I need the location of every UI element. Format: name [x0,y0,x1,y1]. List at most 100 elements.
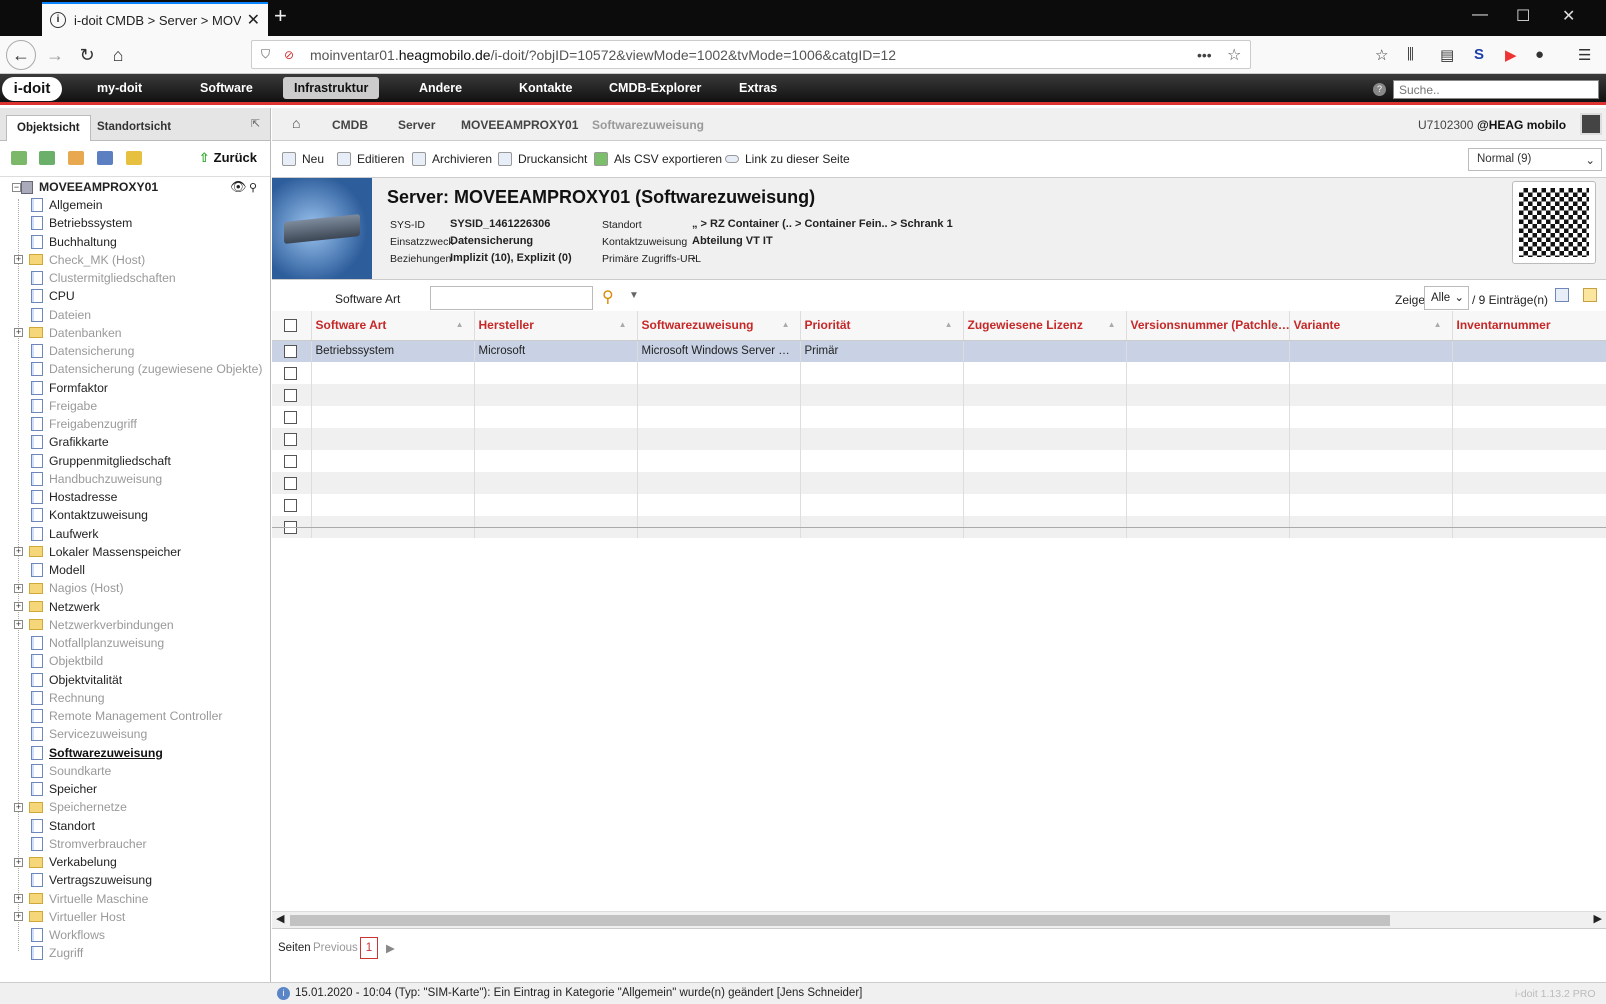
calendar-icon[interactable] [68,151,84,165]
tab-objektsicht[interactable]: Objektsicht [6,115,91,141]
menu-kontakte[interactable]: Kontakte [519,81,572,95]
tree-item[interactable]: Laufwerk [0,525,98,543]
expand-icon[interactable]: + [14,255,23,265]
shield-icon[interactable]: ⛉ [261,47,270,62]
show-select[interactable]: Alle ⌄ [1424,286,1469,310]
table-row[interactable] [272,362,1606,384]
column-header[interactable]: Software Art ▲ [311,311,475,341]
sort-icon[interactable]: ▲ [619,320,627,329]
page-button[interactable]: 1 [360,937,378,959]
close-tab-icon[interactable]: ✕ [247,10,260,30]
tree-item[interactable]: + Check_MK (Host) [0,251,145,269]
logo[interactable]: i-doit [2,77,62,101]
table-row[interactable] [272,472,1606,494]
view-mode-select[interactable]: Normal (9) ⌄ [1468,148,1602,171]
tree-item[interactable]: Standort [0,817,95,835]
row-checkbox[interactable] [284,454,297,468]
insecure-lock-icon[interactable]: ⊘ [284,48,294,62]
tree-item[interactable]: Datensicherung [0,342,134,360]
extension-s-icon[interactable]: S [1474,46,1484,63]
edit-button[interactable]: Editieren [337,152,404,166]
tree-item[interactable]: Dateien [0,306,91,324]
collapse-icon[interactable]: − [12,182,21,192]
menu-my-doit[interactable]: my-doit [97,81,142,95]
tree-item[interactable]: Betriebssystem [0,214,132,232]
field-value[interactable]: „ > RZ Container (.. > Container Fein.. … [692,218,953,230]
list-view-icon[interactable] [1555,288,1569,302]
tree-item[interactable]: + Speichernetze [0,798,127,816]
hamburger-menu-icon[interactable]: ☰ [1578,46,1591,64]
row-checkbox[interactable] [284,476,297,490]
column-header[interactable]: Hersteller ▲ [474,311,638,341]
expand-icon[interactable]: + [14,328,23,338]
tree-item[interactable]: CPU [0,287,75,305]
sort-icon[interactable]: ▲ [945,320,953,329]
tree-item[interactable]: Remote Management Controller [0,707,222,725]
tree-item[interactable]: Buchhaltung [0,233,117,251]
home-button[interactable]: ⌂ [104,41,132,69]
sort-icon[interactable]: ▲ [1434,320,1442,329]
row-checkbox[interactable] [284,366,297,380]
scroll-right-icon[interactable]: ▶ [1594,912,1602,925]
crumb-cmdb[interactable]: CMDB [332,118,368,132]
tree-item[interactable]: Gruppenmitgliedschaft [0,452,171,470]
tree-item[interactable]: Grafikkarte [0,433,109,451]
tree-item[interactable]: Servicezuweisung [0,725,147,743]
column-header[interactable]: Zugewiesene Lizenz ▲ [963,311,1127,341]
tree-item[interactable]: Objektvitalität [0,671,122,689]
tree-item[interactable]: Handbuchzuweisung [0,470,162,488]
tree-item[interactable]: + Virtuelle Maschine [0,890,148,908]
tree-icon[interactable] [11,151,27,165]
expand-icon[interactable]: + [14,583,23,593]
expand-icon[interactable]: + [14,547,23,557]
help-icon[interactable]: ? [1373,83,1386,96]
row-checkbox[interactable] [284,432,297,446]
new-button[interactable]: Neu [282,152,324,166]
scroll-thumb[interactable] [290,915,1390,926]
back-link[interactable]: ⇧ Zurück [199,150,261,166]
tree-item[interactable]: Allgemein [0,196,103,214]
tree-item[interactable]: Stromverbraucher [0,835,147,853]
sidebar-icon[interactable]: ▤ [1440,46,1454,64]
avatar[interactable] [1580,113,1602,135]
expand-icon[interactable]: + [14,912,23,922]
new-tab-button[interactable]: + [274,3,287,29]
row-checkbox[interactable] [284,388,297,402]
tree-item[interactable]: Datensicherung (zugewiesene Objekte) [0,360,262,378]
scroll-left-icon[interactable]: ◀ [276,912,284,925]
tree-item[interactable]: Clustermitgliedschaften [0,269,176,287]
tree-item[interactable]: Freigabenzugriff [0,415,137,433]
tree-item[interactable]: + Datenbanken [0,324,122,342]
tree-item[interactable]: + Netzwerkverbindungen [0,616,174,634]
column-header[interactable]: Versionsnummer (Patchle… ▲ [1126,311,1290,341]
sort-icon[interactable]: ▲ [1271,320,1279,329]
expand-icon[interactable]: + [14,857,23,867]
filter-dropdown-icon[interactable]: ▼ [629,290,639,301]
expand-icon[interactable]: + [14,620,23,630]
menu-extras[interactable]: Extras [739,81,777,95]
extension-icon[interactable]: ● [1535,46,1544,63]
tree-item[interactable]: Formfaktor [0,379,108,397]
next-page-icon[interactable]: ▶ [386,941,395,955]
tree-item[interactable]: Kontaktzuweisung [0,506,148,524]
tree-item[interactable]: Vertragszuweisung [0,871,152,889]
column-header[interactable]: Priorität ▲ [800,311,964,341]
tree-item[interactable]: Hostadresse [0,488,117,506]
url-bar[interactable]: ⛉ ⊘ moinventar01.heagmobilo.de/i-doit/?o… [251,40,1251,69]
qr-code[interactable] [1512,181,1596,264]
page-actions-icon[interactable]: ••• [1197,47,1212,63]
row-checkbox[interactable] [284,498,297,512]
tree-item[interactable]: Freigabe [0,397,97,415]
archive-button[interactable]: Archivieren [412,152,492,166]
tree-item[interactable]: Softwarezuweisung [0,744,163,762]
tree-root[interactable]: − MOVEEAMPROXY01 👁 ⚲ [0,178,257,196]
tree-item[interactable]: Workflows [0,926,105,944]
print-button[interactable]: Druckansicht [498,152,587,166]
tree-item[interactable]: Modell [0,561,85,579]
link-button[interactable]: Link zu dieser Seite [725,152,850,166]
row-checkbox[interactable] [284,410,297,424]
sort-icon[interactable]: ▲ [456,320,464,329]
expand-icon[interactable]: + [14,894,23,903]
tree-item[interactable]: + Netzwerk [0,598,100,616]
close-window-icon[interactable]: ✕ [1562,6,1575,26]
